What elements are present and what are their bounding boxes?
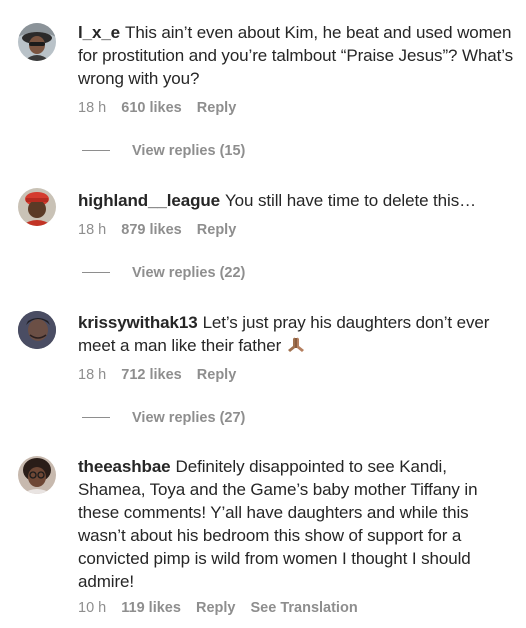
view-replies-button[interactable]: View replies (15) xyxy=(82,142,245,160)
see-translation-button[interactable]: See Translation xyxy=(251,599,358,617)
comment-text: You still have time to delete this… xyxy=(225,191,477,210)
avatar[interactable] xyxy=(18,311,56,349)
reply-button[interactable]: Reply xyxy=(197,99,237,117)
reply-button[interactable]: Reply xyxy=(197,221,237,239)
comment-meta: 10 h 119 likes Reply See Translation xyxy=(78,599,369,617)
comment-body: l_x_e This ain’t even about Kim, he beat … xyxy=(78,21,518,90)
reply-button[interactable]: Reply xyxy=(196,599,236,617)
comment-meta: 18 h 610 likes Reply xyxy=(78,99,247,117)
reply-button[interactable]: Reply xyxy=(197,366,237,384)
comment-text: Definitely disappointed to see Kandi, Sh… xyxy=(78,457,478,591)
comment-time: 18 h xyxy=(78,222,107,238)
likes-count[interactable]: 879 likes xyxy=(121,221,181,239)
replies-divider xyxy=(82,149,110,151)
likes-count[interactable]: 712 likes xyxy=(121,366,181,384)
comment-username[interactable]: l_x_e xyxy=(78,23,120,42)
comment-meta: 18 h 712 likes Reply xyxy=(78,366,247,384)
likes-count[interactable]: 119 likes xyxy=(121,599,181,617)
view-replies-label: View replies (27) xyxy=(132,410,246,426)
avatar-image xyxy=(18,23,56,61)
avatar[interactable] xyxy=(18,188,56,226)
view-replies-button[interactable]: View replies (22) xyxy=(82,264,245,282)
comment-time: 18 h xyxy=(78,367,107,383)
replies-divider xyxy=(82,271,110,273)
comment-meta: 18 h 879 likes Reply xyxy=(78,221,247,239)
view-replies-button[interactable]: View replies (27) xyxy=(82,409,245,427)
view-replies-label: View replies (22) xyxy=(132,265,246,281)
comment-body: highland__league You still have time to d… xyxy=(78,189,518,212)
comment-time: 10 h xyxy=(78,600,107,616)
avatar[interactable] xyxy=(18,456,56,494)
avatar-image xyxy=(18,188,56,226)
comment-text: This ain’t even about Kim, he beat and u… xyxy=(78,23,514,88)
replies-divider xyxy=(82,416,110,418)
avatar-image xyxy=(18,456,56,494)
view-replies-label: View replies (15) xyxy=(132,143,246,159)
comment-body: theeashbae Definitely disappointed to see… xyxy=(78,455,518,593)
folded-hands-emoji-icon xyxy=(286,336,306,354)
avatar[interactable] xyxy=(18,23,56,61)
comment-username[interactable]: highland__league xyxy=(78,191,220,210)
likes-count[interactable]: 610 likes xyxy=(121,99,181,117)
comment-time: 18 h xyxy=(78,100,107,116)
comment-username[interactable]: krissywithak13 xyxy=(78,313,198,332)
comment-username[interactable]: theeashbae xyxy=(78,457,171,476)
comment-body: krissywithak13 Let’s just pray his daught… xyxy=(78,311,518,357)
avatar-image xyxy=(18,311,56,349)
